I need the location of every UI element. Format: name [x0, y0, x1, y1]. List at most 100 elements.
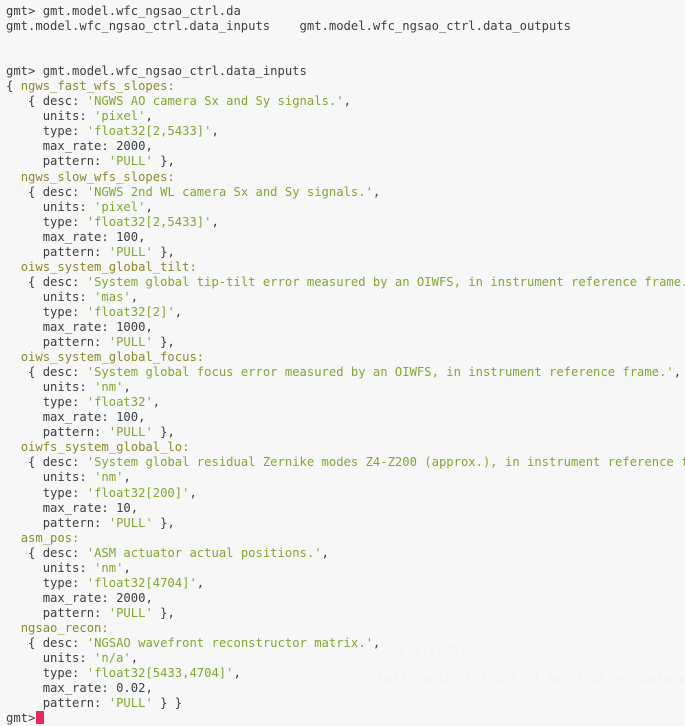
close-brace: }, — [160, 154, 175, 169]
entry-type-line: type: 'float32[2]', — [6, 305, 685, 320]
field-value-pattern: PULL — [116, 154, 146, 169]
entry-key: ngws_fast_wfs_slopes: — [20, 79, 175, 94]
field-value-max-rate: 100 — [116, 229, 139, 244]
entry-type-line: type: 'float32[4704]', — [6, 576, 685, 591]
comma: , — [123, 470, 131, 485]
entry-key: ngsao_recon: — [20, 620, 109, 635]
field-label-pattern: pattern: — [42, 696, 102, 711]
completion-candidates-line: gmt.model.wfc_ngsao_ctrl.data_inputs gmt… — [6, 19, 685, 34]
field-label-pattern: pattern: — [42, 335, 102, 350]
field-label-pattern: pattern: — [42, 244, 102, 259]
field-label-desc: desc: — [42, 274, 80, 289]
quote-close: ' — [167, 304, 175, 319]
field-value-pattern: PULL — [116, 696, 146, 711]
comma: , — [123, 560, 131, 575]
field-label-pattern: pattern: — [42, 605, 102, 620]
entry-pattern-line: pattern: 'PULL' }, — [6, 606, 685, 621]
quote-open: ' — [86, 274, 95, 289]
block-cursor — [36, 711, 45, 725]
close-brace: }, — [160, 425, 175, 440]
field-value-desc: NGWS 2nd WL camera Sx and Sy signals. — [94, 184, 366, 199]
comma: , — [174, 304, 183, 319]
field-label-max-rate: max_rate: — [42, 229, 109, 244]
field-value-desc: System global tip-tilt error measured by… — [94, 274, 685, 289]
field-label-pattern: pattern: — [42, 154, 102, 169]
quote-close: ' — [145, 425, 153, 440]
field-value-desc: System global residual Zernike modes Z4-… — [94, 455, 685, 470]
close-brace: } } — [160, 696, 183, 711]
comma: , — [138, 410, 146, 425]
entry-key: asm_pos: — [20, 530, 80, 545]
close-brace: }, — [160, 605, 175, 620]
completion-item-data-inputs[interactable]: gmt.model.wfc_ngsao_ctrl.data_inputs — [6, 19, 270, 33]
entry-key-line: oiwfs_system_global_lo: — [6, 440, 685, 455]
field-label-units: units: — [42, 470, 87, 485]
comma: , — [189, 485, 197, 500]
entry-pattern-line: pattern: 'PULL' }, — [6, 335, 685, 350]
entry-desc-line: { desc: 'NGWS AO camera Sx and Sy signal… — [6, 94, 685, 109]
quote-open: ' — [108, 244, 117, 259]
field-value-desc: ASM actuator actual positions. — [94, 545, 315, 560]
field-value-desc: NGSAO wavefront reconstructor matrix. — [94, 635, 366, 650]
command-line-2: gmt> gmt.model.wfc_ngsao_ctrl.data_input… — [6, 64, 685, 79]
field-label-units: units: — [42, 289, 87, 304]
field-value-desc: NGWS AO camera Sx and Sy signals. — [94, 94, 337, 109]
prompt-symbol: gmt> — [6, 64, 36, 79]
field-label-desc: desc: — [42, 455, 80, 470]
entry-pattern-line: pattern: 'PULL' } } — [6, 696, 685, 711]
entry-maxrate-line: max_rate: 0.02, — [6, 681, 685, 696]
entry-type-line: type: 'float32[2,5433]', — [6, 124, 685, 139]
entry-units-line: units: 'nm', — [6, 470, 685, 485]
entry-desc-line: { desc: 'NGSAO wavefront reconstructor m… — [6, 636, 685, 651]
command-line-1: gmt> gmt.model.wfc_ngsao_ctrl.da — [6, 4, 685, 19]
entry-key-line: ngws_slow_wfs_slopes: — [6, 170, 685, 185]
entry-type-line: type: 'float32[5433,4704]', — [6, 666, 685, 681]
comma: , — [211, 124, 219, 139]
field-value-max-rate: 2000 — [116, 139, 146, 154]
quote-open: ' — [86, 545, 95, 560]
field-value-pattern: PULL — [116, 244, 146, 259]
quote-open: ' — [86, 304, 95, 319]
entry-maxrate-line: max_rate: 10, — [6, 501, 685, 516]
entry-units-line: units: 'nm', — [6, 380, 685, 395]
field-value-pattern: PULL — [116, 335, 146, 350]
entry-pattern-line: pattern: 'PULL' }, — [6, 516, 685, 531]
field-value-type: float32[2,5433] — [94, 124, 205, 139]
field-value-units: mas — [101, 289, 124, 304]
close-brace: }, — [160, 244, 175, 259]
command-text: gmt.model.wfc_ngsao_ctrl.da — [42, 4, 241, 18]
completion-item-data-outputs[interactable]: gmt.model.wfc_ngsao_ctrl.data_outputs — [300, 19, 572, 33]
comma: , — [211, 214, 219, 229]
entry-key-line: oiws_system_global_tilt: — [6, 260, 685, 275]
field-value-pattern: PULL — [116, 605, 146, 620]
comma: , — [196, 575, 205, 590]
field-value-type: float32[2,5433] — [94, 214, 205, 229]
close-brace: }, — [160, 515, 175, 530]
field-value-max-rate: 100 — [116, 410, 139, 425]
entry-units-line: units: 'pixel', — [6, 200, 685, 215]
field-value-type: float32 — [94, 395, 146, 410]
entry-key: ngws_slow_wfs_slopes: — [20, 169, 175, 184]
comma: , — [138, 229, 146, 244]
prompt-symbol: gmt> — [6, 4, 36, 18]
quote-open: ' — [86, 575, 95, 590]
entry-maxrate-line: max_rate: 2000, — [6, 139, 685, 154]
active-prompt-line[interactable]: gmt> — [6, 711, 685, 726]
quote-open: ' — [86, 666, 95, 681]
comma: , — [145, 590, 153, 605]
field-value-type: float32[5433,4704] — [94, 666, 227, 681]
terminal-window[interactable]: on ttys003 Last login: Fri Oct 4 00:21:4… — [0, 0, 685, 725]
quote-close: ' — [123, 289, 131, 304]
comma: , — [130, 289, 139, 304]
field-label-max-rate: max_rate: — [42, 319, 109, 334]
quote-open: ' — [108, 335, 117, 350]
quote-open: ' — [86, 635, 95, 650]
quote-close: ' — [314, 545, 322, 560]
comma: , — [130, 500, 139, 515]
quote-close: ' — [145, 696, 153, 711]
quote-close: ' — [145, 605, 153, 620]
comma: , — [145, 109, 153, 124]
field-label-pattern: pattern: — [42, 425, 102, 440]
quote-open: ' — [86, 455, 95, 470]
entry-units-line: units: 'n/a', — [6, 651, 685, 666]
